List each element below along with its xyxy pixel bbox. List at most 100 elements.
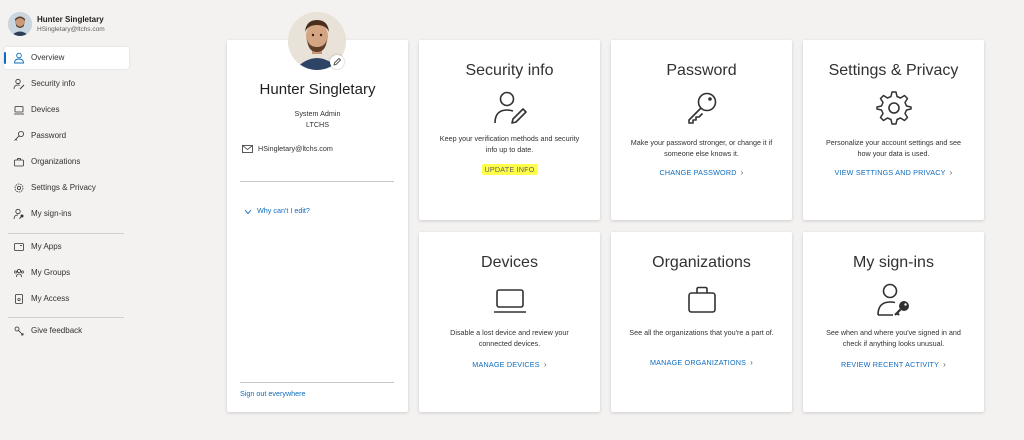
sidebar-item-settings-privacy[interactable]: Settings & Privacy bbox=[4, 177, 129, 199]
chevron-down-icon bbox=[244, 208, 252, 215]
manage-organizations-label: MANAGE ORGANIZATIONS bbox=[650, 358, 747, 367]
laptop-icon bbox=[493, 289, 526, 313]
apps-icon bbox=[14, 243, 24, 251]
briefcase-icon bbox=[14, 158, 24, 167]
sidebar-item-overview[interactable]: Overview bbox=[4, 47, 129, 69]
edit-photo-button[interactable] bbox=[330, 55, 344, 69]
profile-organization: LTCHS bbox=[305, 120, 330, 129]
chevron-right-icon: › bbox=[740, 168, 744, 177]
gear-icon bbox=[14, 183, 24, 193]
tile-description-line: Disable a lost device and review your bbox=[450, 328, 569, 337]
organizations-tile: Organizations See all the organizations … bbox=[611, 232, 792, 412]
tile-title: Security info bbox=[465, 62, 554, 79]
sidebar-item-label: Settings & Privacy bbox=[31, 183, 96, 192]
devices-tile: Devices Disable a lost device and review… bbox=[419, 232, 600, 412]
people-icon bbox=[14, 269, 24, 278]
account-email: HSingletary@ltchs.com bbox=[37, 26, 105, 33]
tile-description-line: how your data is used. bbox=[857, 149, 930, 158]
person-key-icon bbox=[876, 283, 909, 316]
sidebar-item-label: My Groups bbox=[31, 268, 71, 277]
sidebar-item-label: My Apps bbox=[31, 242, 62, 251]
access-icon bbox=[15, 294, 23, 304]
chevron-right-icon: › bbox=[943, 360, 946, 369]
change-password-link[interactable]: CHANGE PASSWORD › bbox=[611, 168, 792, 177]
tile-description-line: info up to date. bbox=[485, 145, 534, 154]
tile-title: Organizations bbox=[652, 254, 751, 271]
manage-devices-link[interactable]: MANAGE DEVICES › bbox=[419, 360, 600, 369]
tile-description-line: See all the organizations that you're a … bbox=[629, 328, 774, 337]
manage-organizations-link[interactable]: MANAGE ORGANIZATIONS › bbox=[611, 358, 792, 367]
why-cant-i-edit-link[interactable]: Why can't I edit? bbox=[244, 206, 310, 215]
view-settings-privacy-link[interactable]: VIEW SETTINGS AND PRIVACY › bbox=[803, 168, 984, 177]
sidebar-item-label: Give feedback bbox=[31, 326, 83, 335]
profile-email: HSingletary@ltchs.com bbox=[258, 144, 333, 153]
sign-out-everywhere-link[interactable]: Sign out everywhere bbox=[240, 389, 306, 398]
account-header[interactable]: Hunter Singletary HSingletary@ltchs.com bbox=[8, 10, 134, 40]
sidebar: Hunter Singletary HSingletary@ltchs.com … bbox=[0, 0, 134, 440]
tile-description-line: Personalize your account settings and se… bbox=[825, 138, 962, 147]
person-edit-icon bbox=[13, 78, 25, 90]
sidebar-item-label: Devices bbox=[31, 105, 60, 114]
review-recent-activity-label: REVIEW RECENT ACTIVITY bbox=[841, 360, 940, 369]
why-cant-i-edit-label: Why can't I edit? bbox=[257, 206, 310, 215]
chevron-right-icon: › bbox=[543, 360, 547, 369]
sidebar-item-label: Overview bbox=[31, 53, 65, 62]
tile-description-line: See when and where you've signed in and bbox=[826, 328, 961, 337]
person-edit-icon bbox=[493, 91, 527, 124]
sidebar-divider bbox=[8, 233, 124, 234]
tile-title: Password bbox=[666, 62, 737, 79]
profile-role: System Admin bbox=[294, 109, 341, 118]
security-info-tile: Security info Keep your verification met… bbox=[419, 40, 600, 220]
sidebar-item-my-apps[interactable]: My Apps bbox=[4, 236, 129, 258]
change-password-label: CHANGE PASSWORD bbox=[659, 168, 737, 177]
tile-description: Keep your verification methods and secur… bbox=[429, 133, 590, 155]
sidebar-item-label: Password bbox=[31, 131, 67, 140]
sidebar-item-my-signins[interactable]: My sign-ins bbox=[4, 203, 129, 225]
tile-description: See all the organizations that you're a … bbox=[621, 327, 782, 338]
settings-privacy-tile: Settings & Privacy Personalize your acco… bbox=[803, 40, 984, 220]
key-icon bbox=[14, 131, 24, 141]
sidebar-item-devices[interactable]: Devices bbox=[4, 99, 129, 121]
password-tile: Password Make your password stronger, or… bbox=[611, 40, 792, 220]
tile-description-line: Keep your verification methods and secur… bbox=[439, 134, 580, 143]
profile-divider bbox=[240, 382, 394, 383]
briefcase-icon bbox=[687, 286, 716, 313]
review-recent-activity-link[interactable]: REVIEW RECENT ACTIVITY › bbox=[803, 360, 984, 369]
manage-devices-label: MANAGE DEVICES bbox=[472, 360, 540, 369]
sidebar-item-organizations[interactable]: Organizations bbox=[4, 151, 129, 173]
tile-description-line: check if anything looks unusual. bbox=[842, 339, 945, 348]
sidebar-item-give-feedback[interactable]: Give feedback bbox=[4, 320, 129, 342]
my-signins-tile: My sign-ins See when and where you've si… bbox=[803, 232, 984, 412]
profile-divider bbox=[240, 181, 394, 182]
sidebar-item-my-groups[interactable]: My Groups bbox=[4, 262, 129, 284]
chevron-right-icon: › bbox=[949, 168, 953, 177]
profile-name: Hunter Singletary bbox=[259, 81, 376, 98]
sidebar-item-password[interactable]: Password bbox=[4, 125, 129, 147]
feedback-icon bbox=[14, 326, 24, 336]
sidebar-item-label: Organizations bbox=[31, 157, 81, 166]
tile-description-line: someone else knows it. bbox=[664, 149, 739, 158]
sidebar-divider bbox=[8, 317, 124, 318]
view-settings-privacy-label: VIEW SETTINGS AND PRIVACY bbox=[834, 168, 946, 177]
update-info-label: UPDATE INFO bbox=[481, 164, 538, 175]
person-key-icon bbox=[13, 208, 24, 220]
sidebar-item-my-access[interactable]: My Access bbox=[4, 288, 129, 310]
sidebar-item-label: Security info bbox=[31, 79, 76, 88]
person-icon bbox=[14, 52, 24, 64]
tile-title: My sign-ins bbox=[853, 254, 934, 271]
account-name: Hunter Singletary bbox=[37, 15, 104, 24]
update-info-link[interactable]: UPDATE INFO bbox=[419, 164, 600, 175]
tile-description: Disable a lost device and review your co… bbox=[429, 327, 590, 349]
tile-title: Devices bbox=[481, 254, 538, 271]
avatar bbox=[8, 12, 32, 36]
tile-description-line: connected devices. bbox=[478, 339, 541, 348]
tile-description-line: Make your password stronger, or change i… bbox=[630, 138, 773, 147]
key-icon bbox=[687, 92, 716, 124]
tile-description: Personalize your account settings and se… bbox=[813, 137, 974, 159]
laptop-icon bbox=[14, 106, 24, 115]
chevron-right-icon: › bbox=[750, 358, 753, 367]
tile-description: See when and where you've signed in and … bbox=[813, 327, 974, 349]
tile-description: Make your password stronger, or change i… bbox=[621, 137, 782, 159]
tile-title: Settings & Privacy bbox=[828, 62, 959, 79]
sidebar-item-security-info[interactable]: Security info bbox=[4, 73, 129, 95]
